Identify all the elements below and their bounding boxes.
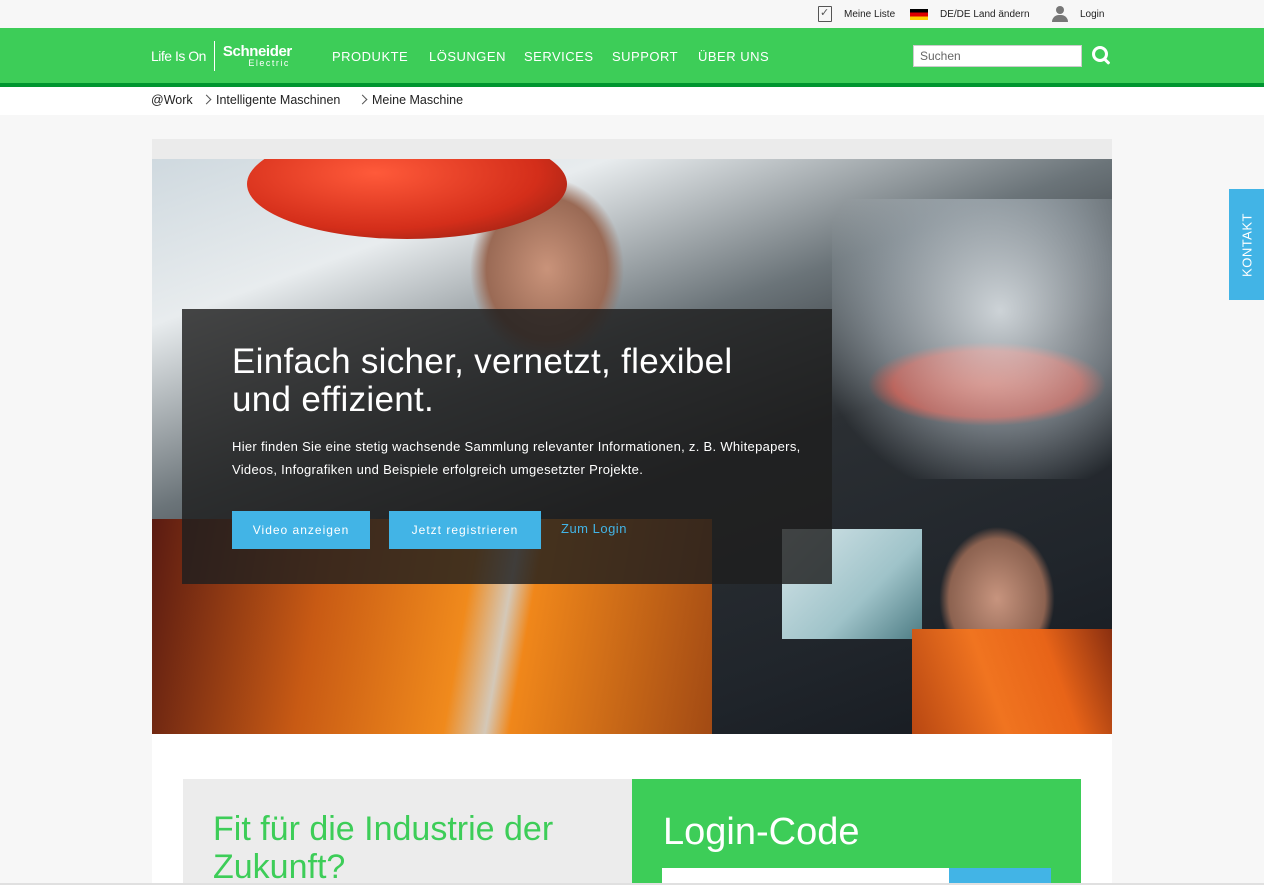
register-button[interactable]: Jetzt registrieren xyxy=(389,511,541,549)
search-icon[interactable] xyxy=(1092,46,1112,66)
brand-sub: Electric xyxy=(248,58,290,68)
user-icon xyxy=(1052,6,1068,22)
brand-tagline: Life Is On xyxy=(151,48,206,64)
brand-logo[interactable]: Life Is On Schneider Electric xyxy=(151,40,292,72)
kontakt-tab[interactable]: KONTAKT xyxy=(1229,189,1264,300)
card-top-strip xyxy=(152,139,1112,159)
breadcrumb-item-work[interactable]: @Work xyxy=(151,93,193,107)
hero-description: Hier finden Sie eine stetig wachsende Sa… xyxy=(232,439,801,477)
info-panel-title: Fit für die Industrie der Zukunft? xyxy=(213,810,554,885)
my-list-link[interactable]: Meine Liste xyxy=(818,0,895,28)
nav-loesungen[interactable]: LÖSUNGEN xyxy=(429,49,506,64)
list-check-icon xyxy=(818,6,832,22)
login-code-title: Login-Code xyxy=(663,811,860,853)
login-link-hero[interactable]: Zum Login xyxy=(561,521,627,536)
hero-window-light xyxy=(832,199,1112,479)
login-label: Login xyxy=(1080,8,1105,20)
logo-divider xyxy=(213,41,215,71)
hero-safety-vest xyxy=(912,629,1112,734)
hero-helmet xyxy=(247,159,567,239)
my-list-label: Meine Liste xyxy=(844,8,896,20)
breadcrumb-item-meine-maschine: Meine Maschine xyxy=(372,93,464,107)
breadcrumb-item-intelligente-maschinen[interactable]: Intelligente Maschinen xyxy=(216,93,340,107)
nav-produkte[interactable]: PRODUKTE xyxy=(332,49,408,64)
country-label: DE/DE Land ändern xyxy=(940,8,1030,20)
nav-ueber-uns[interactable]: ÜBER UNS xyxy=(698,49,769,64)
country-selector[interactable]: DE/DE Land ändern xyxy=(910,0,1030,28)
hero-title: Einfach sicher, vernetzt, flexibel und e… xyxy=(232,342,733,419)
german-flag-icon xyxy=(910,8,928,20)
nav-services[interactable]: SERVICES xyxy=(524,49,594,64)
login-link[interactable]: Login xyxy=(1052,0,1104,28)
brand-name: Schneider xyxy=(222,43,292,60)
kontakt-label: KONTAKT xyxy=(1239,212,1254,277)
nav-support[interactable]: SUPPORT xyxy=(612,49,678,64)
brand-wordmark: Schneider Electric xyxy=(223,44,292,68)
video-button[interactable]: Video anzeigen xyxy=(232,511,370,549)
search-input[interactable] xyxy=(913,45,1082,67)
